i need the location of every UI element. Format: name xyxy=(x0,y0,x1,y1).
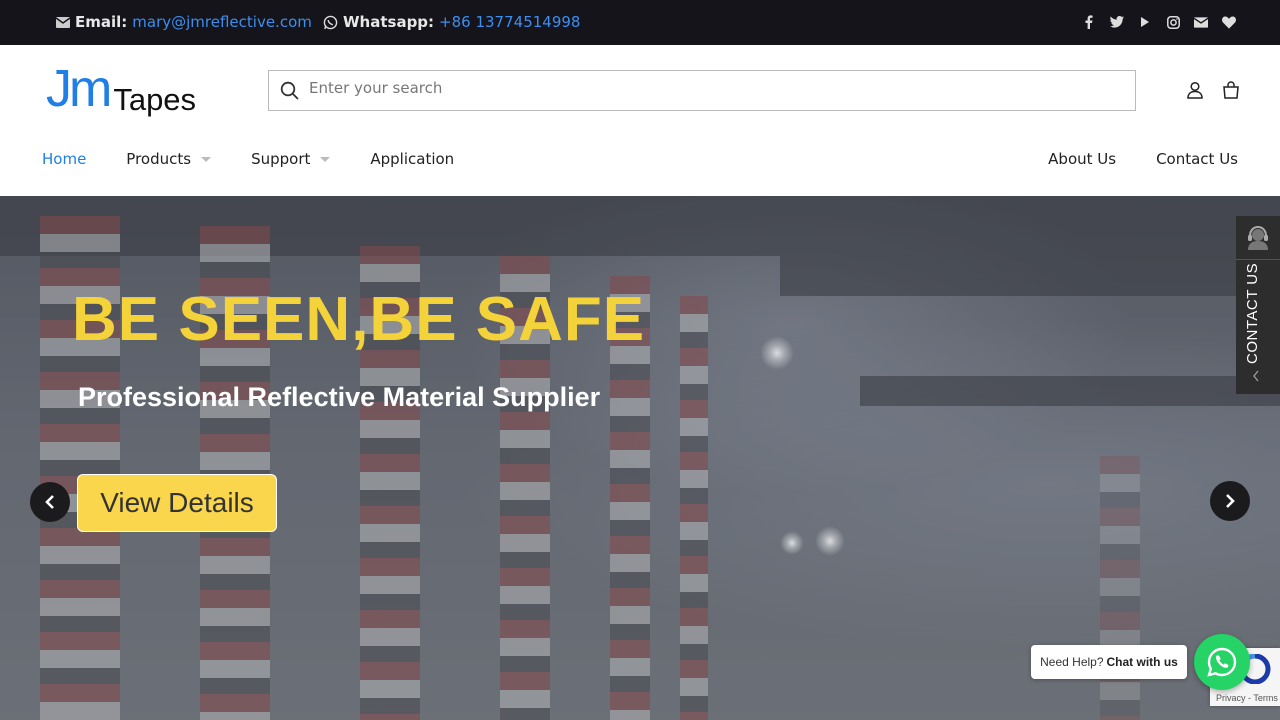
nav-support[interactable]: Support xyxy=(251,150,331,168)
email-contact[interactable]: Email: mary@jmreflective.com xyxy=(56,13,312,31)
nav-application[interactable]: Application xyxy=(370,150,454,168)
top-bar: Email: mary@jmreflective.com Whatsapp: +… xyxy=(0,0,1280,45)
nav-support-label: Support xyxy=(251,150,311,168)
site-logo[interactable]: Jm Tapes xyxy=(46,60,197,118)
chat-with-us-text: Chat with us xyxy=(1106,655,1178,669)
user-account-icon[interactable] xyxy=(1186,81,1204,99)
hero-subheadline: Professional Reflective Material Supplie… xyxy=(78,382,601,412)
whatsapp-link[interactable]: +86 13774514998 xyxy=(439,13,580,31)
nav-products-label: Products xyxy=(126,150,192,168)
nav-application-label: Application xyxy=(370,150,455,168)
search-box xyxy=(268,70,1136,111)
main-nav: Home Products Support Application xyxy=(42,150,494,168)
support-agent-icon xyxy=(1236,216,1280,260)
instagram-icon[interactable] xyxy=(1166,14,1180,30)
whatsapp-contact[interactable]: Whatsapp: +86 13774514998 xyxy=(323,13,580,31)
recaptcha-terms[interactable]: Privacy - Terms xyxy=(1216,693,1278,703)
hero-banner: BE SEEN,BE SAFE Professional Reflective … xyxy=(0,196,1280,720)
contact-us-vertical-label: CONTACT US xyxy=(1244,262,1261,364)
email-link[interactable]: mary@jmreflective.com xyxy=(132,13,312,31)
hero-headline: BE SEEN,BE SAFE xyxy=(72,285,646,354)
secondary-nav: About Us Contact Us xyxy=(1048,150,1238,168)
side-contact-tab[interactable]: CONTACT US xyxy=(1236,216,1280,394)
nav-home[interactable]: Home xyxy=(42,150,86,168)
shopping-bag-icon[interactable] xyxy=(1222,81,1240,99)
chevron-right-icon xyxy=(1226,494,1235,508)
nav-about-us[interactable]: About Us xyxy=(1048,150,1116,168)
logo-jm: Jm xyxy=(46,60,112,118)
header-icons xyxy=(1186,81,1240,99)
envelope-icon xyxy=(56,16,70,28)
twitter-icon[interactable] xyxy=(1110,14,1124,30)
social-links xyxy=(1082,14,1236,30)
need-help-text: Need Help? xyxy=(1040,655,1104,669)
whatsapp-chat-button[interactable] xyxy=(1194,634,1250,690)
site-header: Jm Tapes Home Products Support Applicati… xyxy=(0,45,1280,196)
email-label: Email: xyxy=(75,13,128,31)
whatsapp-icon xyxy=(1207,647,1237,677)
facebook-icon[interactable] xyxy=(1082,14,1096,30)
nav-contact-us[interactable]: Contact Us xyxy=(1156,150,1238,168)
chevron-down-icon xyxy=(320,156,331,162)
nav-home-label: Home xyxy=(42,150,87,168)
need-help-bubble[interactable]: Need Help? Chat with us xyxy=(1031,645,1187,679)
whatsapp-icon xyxy=(323,15,338,29)
view-details-button[interactable]: View Details xyxy=(77,474,277,532)
search-input[interactable] xyxy=(309,79,1109,97)
slider-prev-button[interactable] xyxy=(30,482,70,522)
chevron-left-icon xyxy=(1252,370,1260,386)
slider-next-button[interactable] xyxy=(1210,481,1250,521)
search-icon[interactable] xyxy=(280,81,299,100)
youtube-icon[interactable] xyxy=(1138,14,1152,30)
heart-icon[interactable] xyxy=(1222,14,1236,30)
whatsapp-label: Whatsapp: xyxy=(343,13,435,31)
chevron-down-icon xyxy=(201,156,212,162)
logo-tapes: Tapes xyxy=(113,82,197,117)
chevron-left-icon xyxy=(45,495,54,509)
nav-products[interactable]: Products xyxy=(126,150,212,168)
hero-overlay xyxy=(0,196,1280,720)
mail-icon[interactable] xyxy=(1194,14,1208,30)
